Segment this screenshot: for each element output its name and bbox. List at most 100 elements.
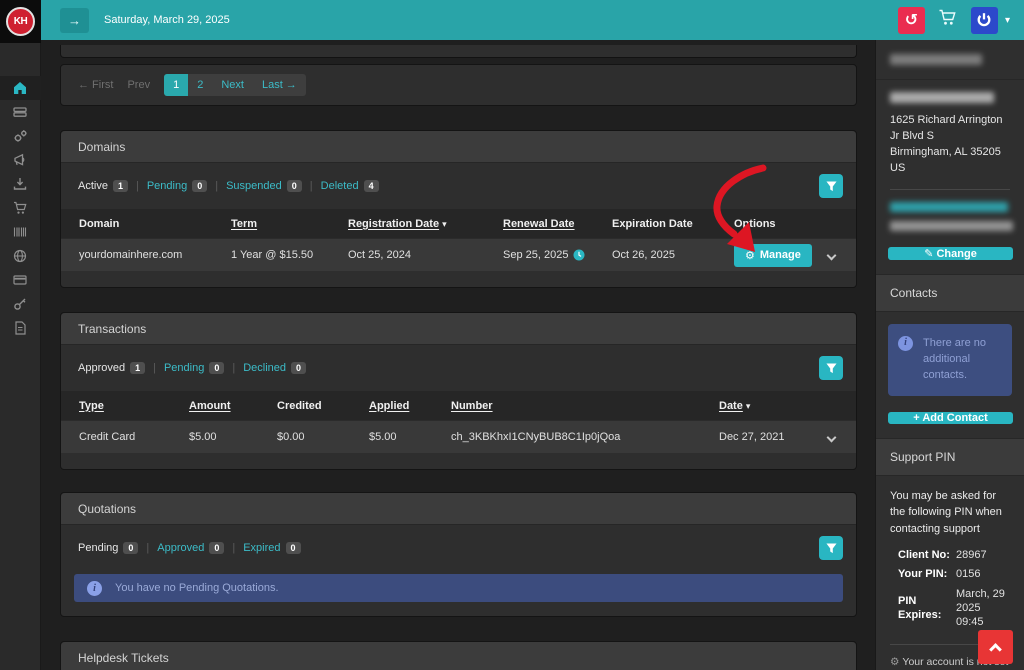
sidebar-item-settings[interactable] xyxy=(0,124,41,148)
transactions-filter-approved[interactable]: Approved 1 xyxy=(78,362,145,374)
info-icon: i xyxy=(898,336,913,351)
chevron-up-icon xyxy=(989,643,1002,656)
filter-label: Approved xyxy=(157,542,204,554)
quotations-filter-button[interactable] xyxy=(819,536,843,560)
domains-filter-pending[interactable]: Pending 0 xyxy=(147,180,207,192)
domains-filter-button[interactable] xyxy=(819,174,843,198)
col-number[interactable]: Number xyxy=(451,400,719,412)
col-credited: Credited xyxy=(277,400,369,412)
globe-icon xyxy=(13,249,27,263)
logout-button[interactable] xyxy=(971,7,998,34)
undo-button[interactable]: ↺ xyxy=(898,7,925,34)
quotations-filters: Pending 0 | Approved 0 | Expired 0 xyxy=(61,525,856,571)
cutoff-panel-bottom xyxy=(60,45,857,58)
pagination-page-2[interactable]: 2 xyxy=(188,74,212,96)
transactions-filter-button[interactable] xyxy=(819,356,843,380)
sidebar-item-billing[interactable] xyxy=(0,268,41,292)
pagination-next[interactable]: Next xyxy=(212,74,253,96)
manage-button[interactable]: ⚙ Manage xyxy=(734,244,812,267)
your-pin-label: Your PIN: xyxy=(898,567,956,581)
sidebar-item-services[interactable] xyxy=(0,100,41,124)
download-icon xyxy=(13,177,27,191)
pagination-first[interactable]: ← First xyxy=(78,79,113,91)
col-amount[interactable]: Amount xyxy=(189,400,277,412)
add-contact-label: Add Contact xyxy=(922,412,987,424)
sidebar-item-reports[interactable] xyxy=(0,316,41,340)
transaction-date: Dec 27, 2021 xyxy=(719,431,820,443)
account-menu-caret[interactable]: ▾ xyxy=(1005,15,1010,26)
filter-count-badge: 0 xyxy=(123,542,138,554)
row-expand-chevron[interactable] xyxy=(827,432,837,442)
quotations-panel-title: Quotations xyxy=(61,493,856,525)
support-pin-description: You may be asked for the following PIN w… xyxy=(890,488,1010,538)
domain-term: 1 Year @ $15.50 xyxy=(231,249,348,261)
col-applied[interactable]: Applied xyxy=(369,400,451,412)
col-registration-date[interactable]: Registration Date▾ xyxy=(348,218,503,230)
gear-icon: ⚙ xyxy=(890,656,899,668)
col-renewal-date[interactable]: Renewal Date xyxy=(503,218,612,230)
quotations-empty-message: You have no Pending Quotations. xyxy=(115,582,279,594)
contacts-empty-box: i There are no additional contacts. xyxy=(888,324,1012,396)
filter-count-badge: 0 xyxy=(291,362,306,374)
sidebar-toggle-button[interactable]: → xyxy=(60,8,89,33)
filter-label: Pending xyxy=(147,180,187,192)
sidebar-item-domains[interactable] xyxy=(0,244,41,268)
left-sidebar xyxy=(0,43,41,670)
domain-name[interactable]: yourdomainhere.com xyxy=(79,249,231,261)
megaphone-icon xyxy=(13,153,27,167)
domain-table-row: yourdomainhere.com 1 Year @ $15.50 Oct 2… xyxy=(61,238,856,271)
logo-kh-badge: KH xyxy=(6,7,35,36)
home-icon xyxy=(13,81,27,95)
quotations-filter-expired[interactable]: Expired 0 xyxy=(243,542,300,554)
sidebar-item-announcements[interactable] xyxy=(0,148,41,172)
filter-label: Expired xyxy=(243,542,280,554)
quotations-filter-pending[interactable]: Pending 0 xyxy=(78,542,138,554)
col-date[interactable]: Date▾ xyxy=(719,400,820,412)
domains-filter-deleted[interactable]: Deleted 4 xyxy=(321,180,379,192)
domains-filter-active[interactable]: Active 1 xyxy=(78,180,128,192)
transaction-type: Credit Card xyxy=(79,431,189,443)
domains-table-header: Domain Term Registration Date▾ Renewal D… xyxy=(61,209,856,238)
client-no-label: Client No: xyxy=(898,548,956,562)
sidebar-item-downloads[interactable] xyxy=(0,172,41,196)
transactions-panel: Transactions Approved 1 | Pending 0 | De… xyxy=(60,312,857,470)
client-info-section: 1625 Richard Arrington Jr Blvd S Birming… xyxy=(876,79,1024,245)
quotations-empty-banner: i You have no Pending Quotations. xyxy=(74,574,843,602)
scroll-to-top-button[interactable] xyxy=(978,630,1013,664)
change-client-button[interactable]: ✎ Change xyxy=(888,247,1013,260)
quotations-filter-approved[interactable]: Approved 0 xyxy=(157,542,224,554)
sidebar-item-home[interactable] xyxy=(0,76,41,100)
col-type[interactable]: Type xyxy=(79,400,189,412)
pagination-page-1[interactable]: 1 xyxy=(164,74,188,96)
domain-registration-date: Oct 25, 2024 xyxy=(348,249,503,261)
support-pin-section: You may be asked for the following PIN w… xyxy=(876,476,1024,640)
change-button-label: Change xyxy=(936,248,976,260)
transactions-filter-pending[interactable]: Pending 0 xyxy=(164,362,224,374)
client-no-value: 28967 xyxy=(956,548,1010,562)
transactions-table-header: Type Amount Credited Applied Number Date… xyxy=(61,391,856,420)
client-number-section xyxy=(876,40,1024,79)
transactions-filter-declined[interactable]: Declined 0 xyxy=(243,362,306,374)
domains-panel-title: Domains xyxy=(61,131,856,163)
domains-filter-suspended[interactable]: Suspended 0 xyxy=(226,180,302,192)
redacted-client-email[interactable] xyxy=(890,202,1008,212)
sidebar-item-tools[interactable] xyxy=(0,292,41,316)
funnel-icon xyxy=(826,181,837,192)
pagination-prev[interactable]: Prev xyxy=(127,79,150,91)
redacted-client-name xyxy=(890,92,994,103)
col-term[interactable]: Term xyxy=(231,218,348,230)
add-contact-button[interactable]: + Add Contact xyxy=(888,412,1013,424)
domain-renewal-date-cell: Sep 25, 2025 xyxy=(503,249,612,261)
filter-count-badge: 0 xyxy=(286,542,301,554)
pin-expires-value: March, 29 2025 09:45 xyxy=(956,587,1010,630)
cart-button[interactable] xyxy=(938,9,958,31)
filter-label: Active xyxy=(78,180,108,192)
app-logo[interactable]: KH xyxy=(0,0,41,43)
row-expand-chevron[interactable] xyxy=(827,250,837,260)
clock-icon[interactable] xyxy=(573,249,585,261)
sidebar-item-store[interactable] xyxy=(0,196,41,220)
pagination-pages: 1 2 Next Last → xyxy=(164,74,306,96)
pagination-last[interactable]: Last → xyxy=(253,74,306,96)
info-icon: i xyxy=(87,581,102,596)
sidebar-item-invoices[interactable] xyxy=(0,220,41,244)
